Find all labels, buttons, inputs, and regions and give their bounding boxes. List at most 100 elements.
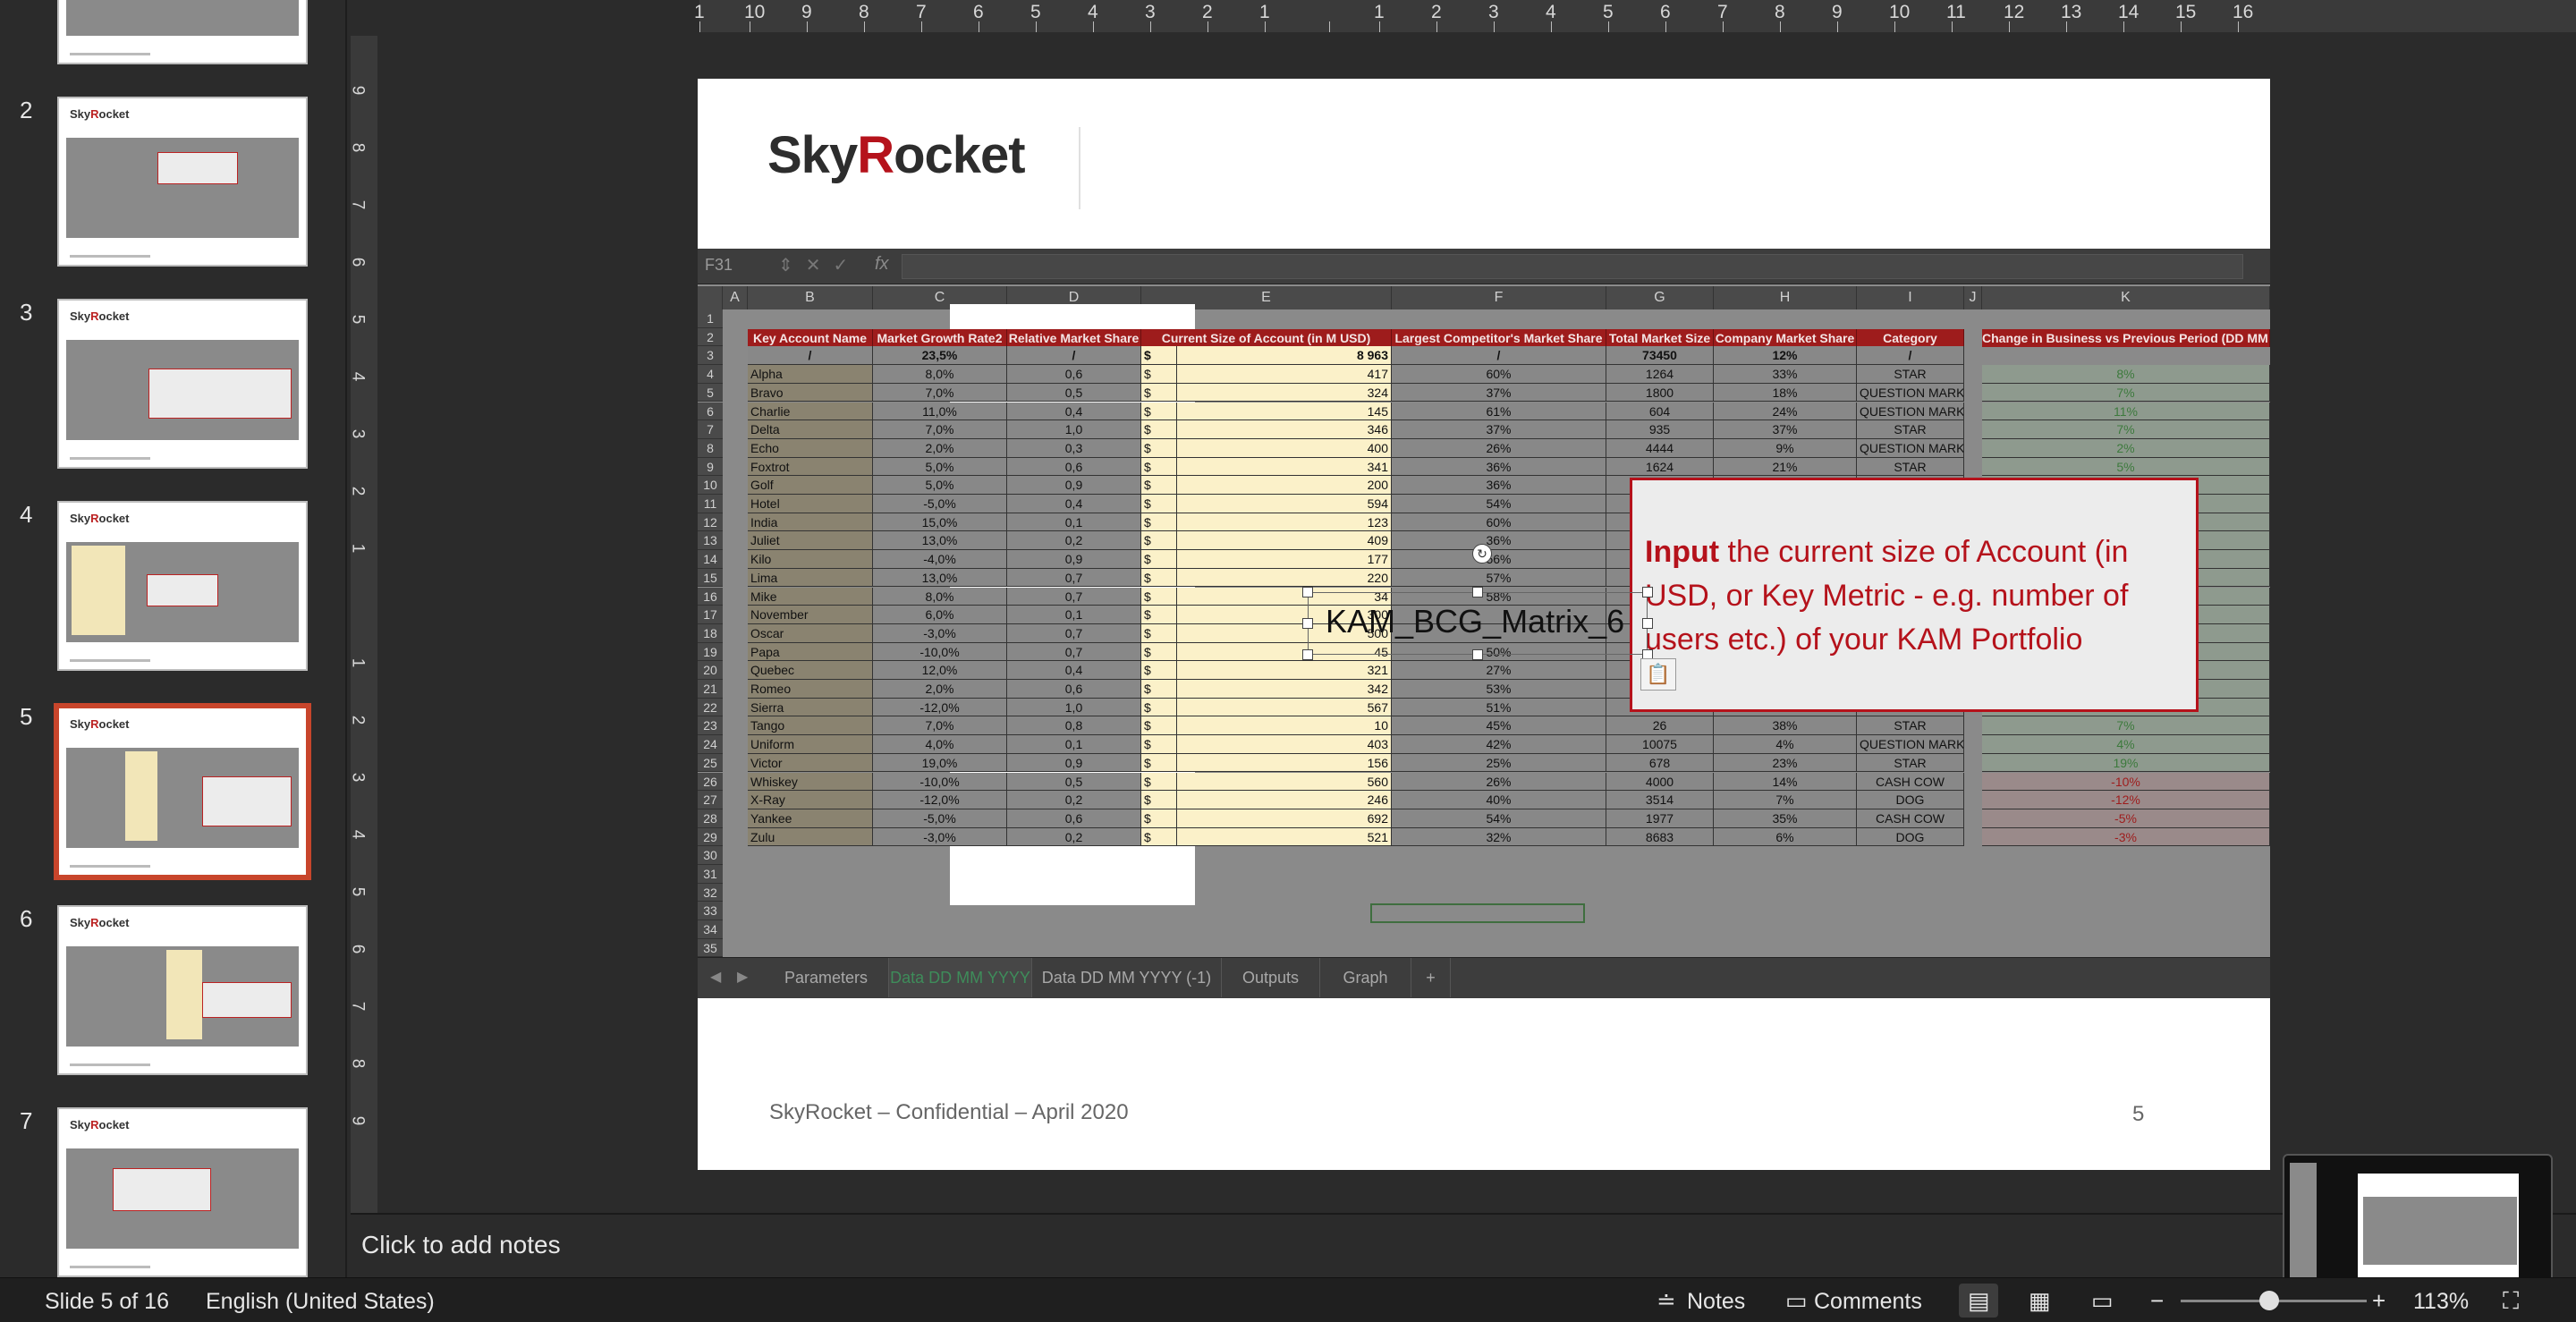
account-name-cell[interactable]: Golf <box>748 476 873 495</box>
category-cell[interactable]: DOG <box>1857 791 1964 809</box>
company-share-cell[interactable]: 23% <box>1714 753 1857 773</box>
relative-share-cell[interactable]: 0,4 <box>1007 661 1141 680</box>
account-name-cell[interactable]: Papa <box>748 642 873 662</box>
comments-button[interactable]: Comments <box>1814 1289 1922 1315</box>
row-header[interactable]: 8 <box>698 438 723 458</box>
row-header[interactable]: 11 <box>698 495 723 513</box>
account-size-cell[interactable]: 321 <box>1177 661 1392 680</box>
category-cell[interactable]: QUESTION MARK <box>1857 735 1964 754</box>
growth-rate-cell[interactable]: 8,0% <box>873 365 1007 384</box>
notes-pane[interactable]: Click to add notes <box>351 1213 2576 1277</box>
change-cell[interactable]: -3% <box>1982 827 2270 847</box>
currency-cell[interactable]: $ <box>1141 716 1177 736</box>
row-header[interactable]: 17 <box>698 606 723 624</box>
relative-share-cell[interactable]: 0,1 <box>1007 606 1141 624</box>
company-share-cell[interactable]: 21% <box>1714 457 1857 477</box>
growth-rate-cell[interactable]: 5,0% <box>873 476 1007 495</box>
row-header[interactable]: 6 <box>698 402 723 421</box>
growth-rate-cell[interactable]: 6,0% <box>873 606 1007 624</box>
account-name-cell[interactable]: Quebec <box>748 661 873 680</box>
account-name-cell[interactable]: Mike <box>748 587 873 606</box>
account-name-cell[interactable]: Victor <box>748 753 873 773</box>
relative-share-cell[interactable]: 0,8 <box>1007 716 1141 736</box>
sheet-next-icon[interactable]: ▶ <box>737 958 748 997</box>
slide-thumbnail-1[interactable] <box>57 0 308 64</box>
competitor-share-cell[interactable]: 37% <box>1392 420 1606 439</box>
change-cell[interactable]: 11% <box>1982 402 2270 421</box>
relative-share-cell[interactable]: 1,0 <box>1007 698 1141 717</box>
currency-cell[interactable]: $ <box>1141 661 1177 680</box>
market-size-cell[interactable]: 8683 <box>1606 827 1714 847</box>
language-indicator[interactable]: English (United States) <box>206 1289 435 1315</box>
account-name-cell[interactable]: Yankee <box>748 809 873 828</box>
relative-share-cell[interactable]: 0,5 <box>1007 772 1141 792</box>
account-size-cell[interactable]: 123 <box>1177 513 1392 532</box>
currency-cell[interactable]: $ <box>1141 827 1177 847</box>
change-cell[interactable]: 5% <box>1982 457 2270 477</box>
account-size-cell[interactable]: 346 <box>1177 420 1392 439</box>
resize-handle[interactable] <box>1642 587 1653 597</box>
competitor-share-cell[interactable]: 26% <box>1392 438 1606 458</box>
category-cell[interactable]: STAR <box>1857 420 1964 439</box>
relative-share-cell[interactable]: 0,1 <box>1007 513 1141 532</box>
column-header[interactable] <box>698 286 723 309</box>
growth-rate-cell[interactable]: 19,0% <box>873 753 1007 773</box>
company-share-cell[interactable]: 38% <box>1714 716 1857 736</box>
growth-rate-cell[interactable]: 13,0% <box>873 531 1007 551</box>
currency-cell[interactable]: $ <box>1141 735 1177 754</box>
resize-handle[interactable] <box>1472 649 1483 660</box>
currency-cell[interactable]: $ <box>1141 420 1177 439</box>
currency-cell[interactable]: $ <box>1141 791 1177 809</box>
company-share-cell[interactable]: 14% <box>1714 772 1857 792</box>
account-size-cell[interactable]: 156 <box>1177 753 1392 773</box>
panel-divider[interactable] <box>345 0 347 1277</box>
account-size-cell[interactable]: 200 <box>1177 476 1392 495</box>
competitor-share-cell[interactable]: 32% <box>1392 827 1606 847</box>
account-size-cell[interactable]: 521 <box>1177 827 1392 847</box>
currency-cell[interactable]: $ <box>1141 365 1177 384</box>
change-cell[interactable]: 7% <box>1982 383 2270 403</box>
zoom-in-icon[interactable]: + <box>2372 1287 2385 1315</box>
market-size-cell[interactable]: 1977 <box>1606 809 1714 828</box>
column-header[interactable]: G <box>1606 286 1714 309</box>
category-cell[interactable]: CASH COW <box>1857 809 1964 828</box>
growth-rate-cell[interactable]: -10,0% <box>873 642 1007 662</box>
account-size-cell[interactable]: 567 <box>1177 698 1392 717</box>
change-cell[interactable]: 7% <box>1982 716 2270 736</box>
notes-placeholder[interactable]: Click to add notes <box>361 1231 561 1259</box>
resize-handle[interactable] <box>1302 618 1313 629</box>
notes-button[interactable]: Notes <box>1687 1289 1745 1315</box>
row-header[interactable]: 25 <box>698 753 723 773</box>
growth-rate-cell[interactable]: 13,0% <box>873 568 1007 588</box>
row-header[interactable]: 26 <box>698 772 723 792</box>
row-header[interactable]: 27 <box>698 791 723 809</box>
account-name-cell[interactable]: November <box>748 606 873 624</box>
change-cell[interactable]: 19% <box>1982 753 2270 773</box>
competitor-share-cell[interactable]: 53% <box>1392 680 1606 699</box>
market-size-cell[interactable]: 1800 <box>1606 383 1714 403</box>
resize-handle[interactable] <box>1472 587 1483 597</box>
sheet-tab[interactable]: Data DD MM YYYY (-1) <box>1032 958 1222 997</box>
account-size-cell[interactable]: 417 <box>1177 365 1392 384</box>
currency-cell[interactable]: $ <box>1141 438 1177 458</box>
notes-icon[interactable]: ≐ <box>1657 1287 1676 1315</box>
row-header[interactable]: 34 <box>698 920 723 939</box>
market-size-cell[interactable]: 1624 <box>1606 457 1714 477</box>
category-cell[interactable]: QUESTION MARK <box>1857 402 1964 421</box>
formula-input[interactable] <box>902 254 2243 279</box>
account-name-cell[interactable]: Alpha <box>748 365 873 384</box>
column-header[interactable]: H <box>1714 286 1857 309</box>
market-size-cell[interactable]: 1264 <box>1606 365 1714 384</box>
company-share-cell[interactable]: 33% <box>1714 365 1857 384</box>
currency-cell[interactable]: $ <box>1141 772 1177 792</box>
resize-handle[interactable] <box>1302 587 1313 597</box>
relative-share-cell[interactable]: 0,6 <box>1007 365 1141 384</box>
slide-thumbnails-panel[interactable]: 2 SkyRocket 3 SkyRocket 4 SkyRocket 5 SkyRocket… <box>0 0 333 1277</box>
competitor-share-cell[interactable]: 54% <box>1392 495 1606 513</box>
account-name-cell[interactable]: Oscar <box>748 623 873 643</box>
column-header[interactable]: J <box>1964 286 1982 309</box>
sheet-tab[interactable]: Parameters <box>764 958 889 997</box>
row-header[interactable]: 13 <box>698 531 723 551</box>
account-size-cell[interactable]: 246 <box>1177 791 1392 809</box>
market-size-cell[interactable]: 10075 <box>1606 735 1714 754</box>
